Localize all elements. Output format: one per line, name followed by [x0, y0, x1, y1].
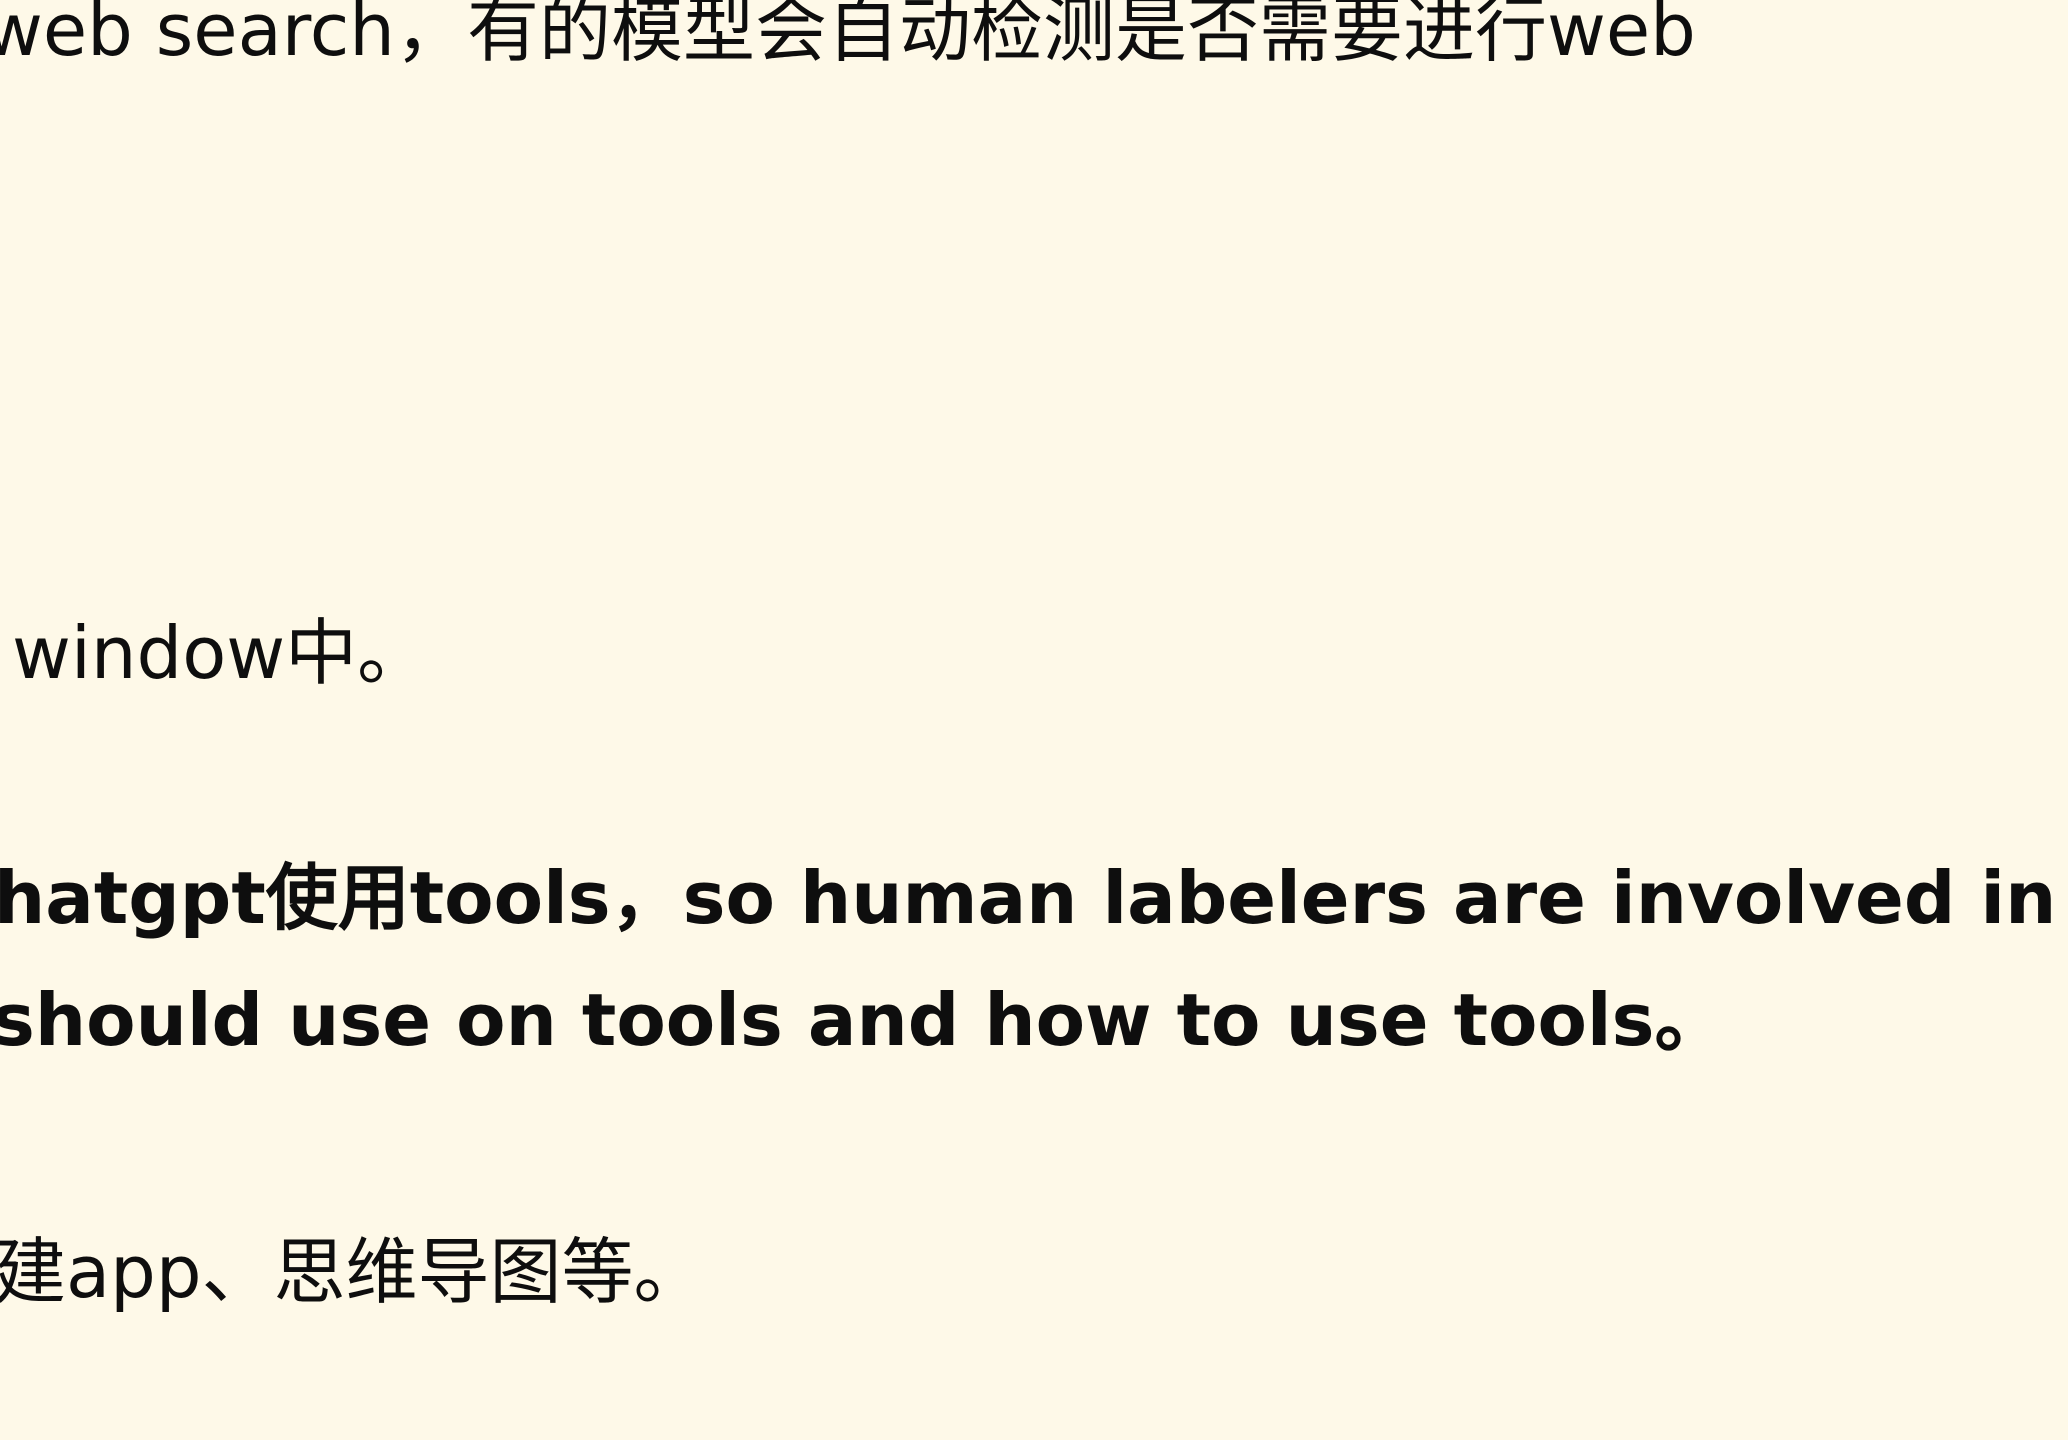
paragraph-window-line: window中。	[12, 611, 430, 695]
paragraph-web-search-line: web search，有的模型会自动检测是否需要进行web	[0, 0, 1696, 72]
bold-paragraph-line-1: hatgpt使用tools，so human labelers are invo…	[0, 856, 2057, 940]
paragraph-app-mindmap-line: 建app、思维导图等。	[0, 1230, 706, 1314]
document-page: web search，有的模型会自动检测是否需要进行web window中。 h…	[0, 0, 2068, 1440]
bold-paragraph-line-2: should use on tools and how to use tools…	[0, 978, 1727, 1062]
